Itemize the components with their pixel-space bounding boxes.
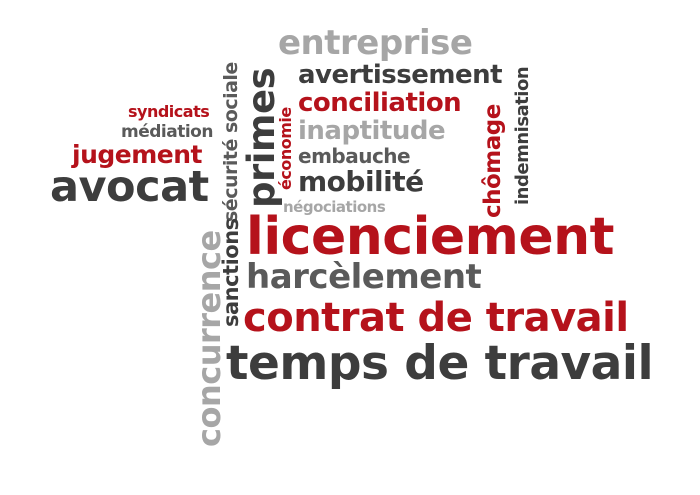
word-embauche: embauche <box>298 144 411 168</box>
word-concurrence: concurrence <box>190 230 228 447</box>
word-avertissement: avertissement <box>298 60 503 90</box>
word-avocat: avocat <box>50 162 209 212</box>
word-mobilite: mobilité <box>298 165 424 198</box>
word-securite-sociale: sécurité sociale <box>220 62 242 222</box>
word-harcelement: harcèlement <box>246 257 482 297</box>
word-temps-de-travail: temps de travail <box>226 336 654 391</box>
word-entreprise: entreprise <box>278 23 473 63</box>
word-licenciement: licenciement <box>246 207 615 267</box>
word-syndicats: syndicats <box>128 102 210 121</box>
word-inaptitude: inaptitude <box>298 116 446 146</box>
word-mediation: médiation <box>121 122 213 142</box>
word-primes: primes <box>240 67 283 208</box>
word-economie: économie <box>276 107 295 190</box>
word-contrat-de-travail: contrat de travail <box>243 295 629 341</box>
word-conciliation: conciliation <box>298 88 462 118</box>
word-chomage: chômage <box>480 104 506 218</box>
word-indemnisation: indemnisation <box>512 66 533 205</box>
word-cloud: entreprise avertissement conciliation in… <box>0 0 700 495</box>
